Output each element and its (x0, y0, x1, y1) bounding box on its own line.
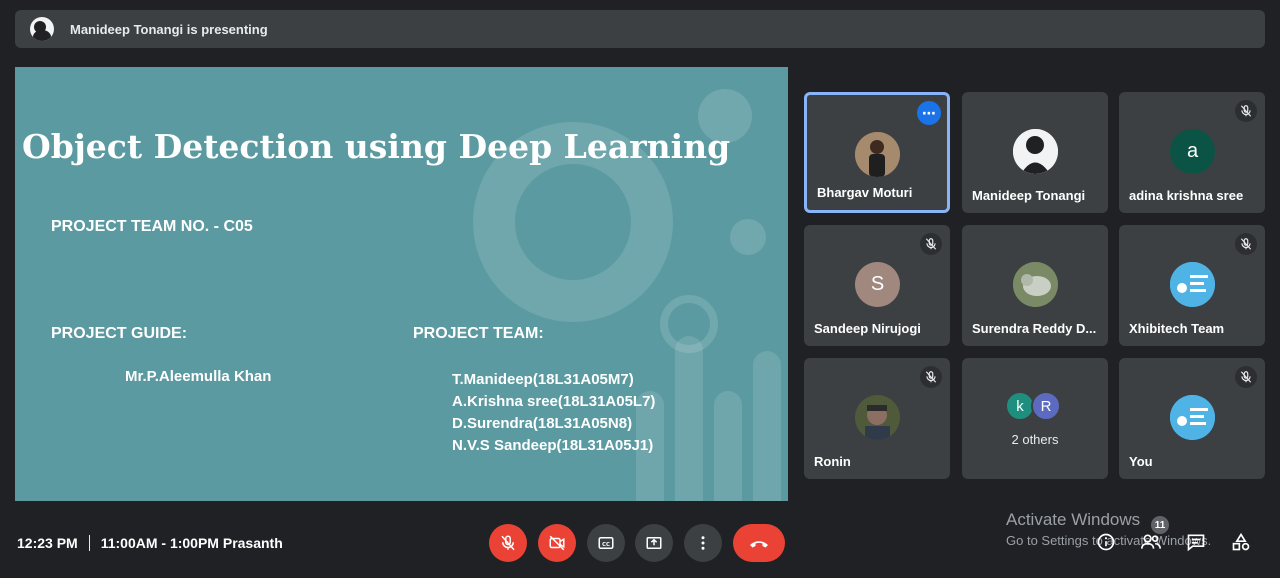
participant-name: Manideep Tonangi (972, 188, 1086, 203)
present-now-button[interactable] (635, 524, 673, 562)
participant-name: You (1129, 454, 1153, 469)
meet-window: Manideep Tonangi is presenting Object De… (0, 0, 1280, 578)
captions-icon: CC (598, 537, 614, 549)
participant-name: Ronin (814, 454, 851, 469)
participant-name: Xhibitech Team (1129, 321, 1225, 336)
captions-button[interactable]: CC (587, 524, 625, 562)
meeting-info: 12:23 PM 11:00AM - 1:00PM Prasanth (17, 535, 283, 551)
more-options-icon[interactable]: ⋯ (917, 101, 941, 125)
participant-tile[interactable]: Ronin (804, 358, 950, 479)
current-time: 12:23 PM (17, 535, 78, 551)
team-member: N.V.S Sandeep(18L31A05J1) (452, 437, 654, 454)
mic-off-icon (1235, 233, 1257, 255)
participant-name: 2 others (1011, 432, 1059, 447)
people-count-badge: 11 (1151, 516, 1169, 534)
team-heading: PROJECT TEAM: (413, 325, 544, 342)
presentation-slide: Object Detection using Deep Learning PRO… (15, 67, 788, 501)
presenting-text: Manideep Tonangi is presenting (70, 21, 268, 37)
xhibitech-logo-icon (1170, 395, 1215, 440)
hang-up-icon (750, 541, 768, 548)
mic-off-icon (920, 233, 942, 255)
participant-avatar: a (1170, 129, 1215, 174)
info-icon (1097, 533, 1115, 551)
guide-name: Mr.P.Aleemulla Khan (125, 368, 272, 385)
chat-button[interactable] (1184, 530, 1208, 554)
xhibitech-logo-icon (1170, 262, 1215, 307)
decor-bar (675, 336, 703, 501)
participant-tile[interactable]: ⋯ Bhargav Moturi (804, 92, 950, 213)
present-icon (646, 537, 662, 549)
svg-text:CC: CC (602, 542, 610, 548)
activities-button[interactable] (1229, 530, 1253, 554)
participant-name: Sandeep Nirujogi (814, 321, 921, 336)
participant-avatar (1013, 129, 1058, 174)
more-options-button[interactable] (684, 524, 722, 562)
team-member: A.Krishna sree(18L31A05L7) (452, 393, 656, 410)
activities-icon (1232, 532, 1250, 551)
team-member: T.Manideep(18L31A05M7) (452, 371, 634, 388)
chat-icon (1187, 534, 1205, 552)
meeting-details[interactable]: 11:00AM - 1:00PM Prasanth (101, 535, 283, 551)
decor-bar (753, 351, 781, 501)
team-number: PROJECT TEAM NO. - C05 (51, 218, 253, 235)
participant-avatar: S (855, 262, 900, 307)
camera-off-icon (549, 535, 565, 551)
decor-circle (730, 219, 766, 255)
participant-avatar (855, 132, 900, 177)
participant-avatar: R (1031, 391, 1061, 421)
watermark-title: Activate Windows (1006, 510, 1141, 529)
mic-off-icon (501, 535, 515, 551)
participant-tile[interactable]: Manideep Tonangi (962, 92, 1108, 213)
meeting-details-button[interactable] (1094, 530, 1118, 554)
camera-toggle-button[interactable] (538, 524, 576, 562)
participant-tile[interactable]: Surendra Reddy D... (962, 225, 1108, 346)
participant-tile-self[interactable]: You (1119, 358, 1265, 479)
decor-bar (714, 391, 742, 501)
mic-off-icon (1235, 366, 1257, 388)
others-avatars: k R (1005, 391, 1065, 421)
divider (88, 535, 90, 551)
mic-toggle-button[interactable] (489, 524, 527, 562)
participant-tile[interactable]: S Sandeep Nirujogi (804, 225, 950, 346)
more-icon (701, 536, 705, 550)
leave-call-button[interactable] (733, 524, 785, 562)
participant-avatar (855, 395, 900, 440)
slide-title: Object Detection using Deep Learning (22, 127, 731, 166)
presenting-banner: Manideep Tonangi is presenting (15, 10, 1265, 48)
participant-name: Bhargav Moturi (817, 185, 913, 200)
participant-avatar (1013, 262, 1058, 307)
mic-off-icon (920, 366, 942, 388)
participant-tile-others[interactable]: k R 2 others (962, 358, 1108, 479)
people-icon (1141, 534, 1161, 549)
guide-heading: PROJECT GUIDE: (51, 325, 188, 342)
participant-name: Surendra Reddy D... (972, 321, 1097, 336)
participant-tile[interactable]: Xhibitech Team (1119, 225, 1265, 346)
presenter-avatar-icon (30, 17, 54, 41)
participant-name: adina krishna sree (1129, 188, 1244, 203)
team-member: D.Surendra(18L31A05N8) (452, 415, 633, 432)
participant-tile[interactable]: a adina krishna sree (1119, 92, 1265, 213)
mic-off-icon (1235, 100, 1257, 122)
